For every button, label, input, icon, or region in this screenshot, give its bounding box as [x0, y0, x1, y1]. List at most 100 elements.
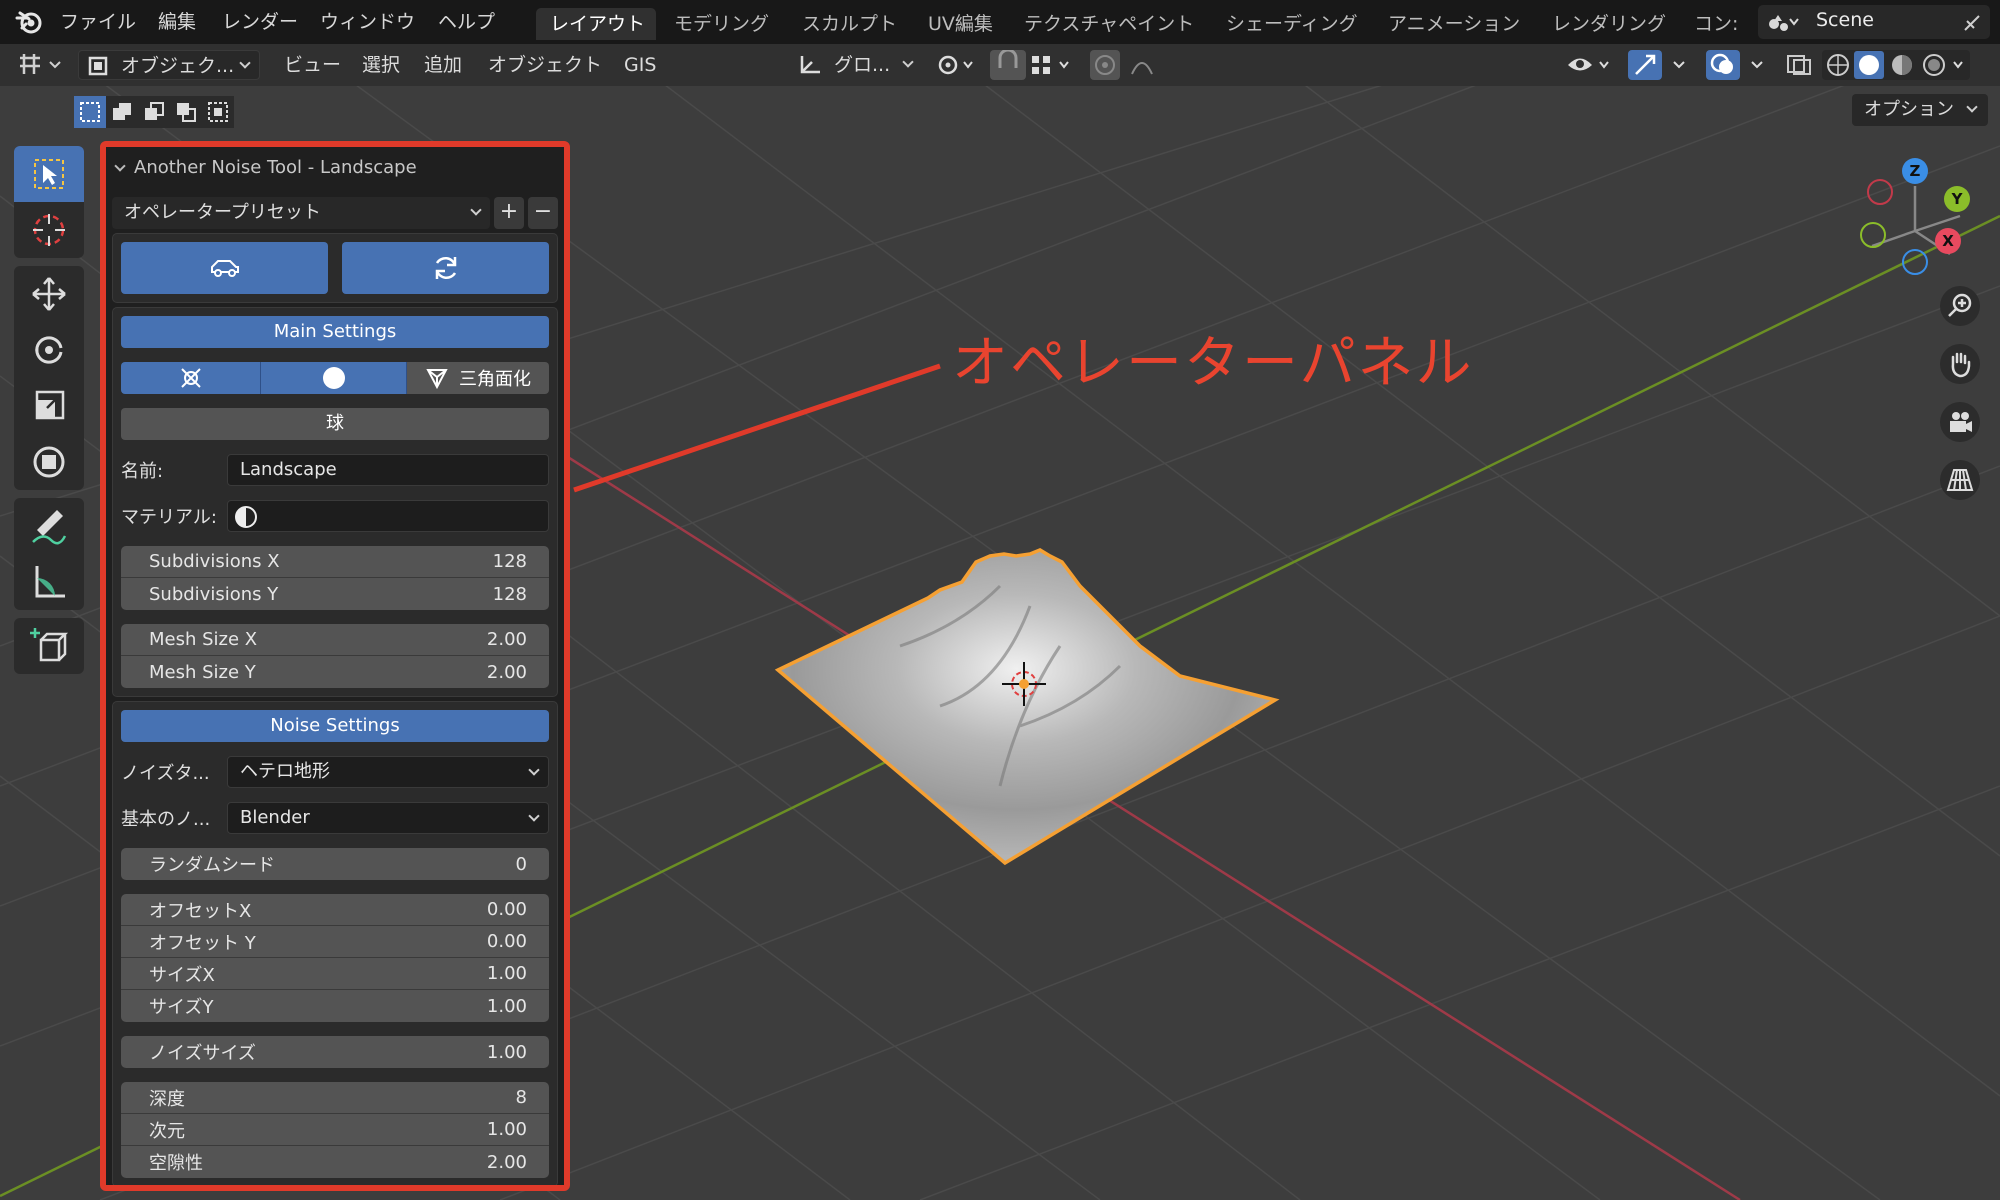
tab-uv-editing[interactable]: UV編集 [914, 8, 1020, 40]
random-seed-field[interactable]: ランダムシード 0 [121, 848, 549, 880]
pivot-point-button[interactable] [934, 50, 978, 80]
tool-annotate[interactable] [14, 498, 84, 554]
overlay-toggle[interactable] [1706, 50, 1740, 80]
pan-button[interactable] [1940, 344, 1980, 384]
select-intersect-button[interactable] [202, 96, 234, 128]
noise-basis-dropdown[interactable]: Blender [227, 802, 549, 834]
operator-preset-dropdown[interactable]: オペレータープリセット [112, 197, 490, 229]
proportional-edit-toggle[interactable] [1090, 50, 1120, 80]
main-settings-header[interactable]: Main Settings [121, 316, 549, 348]
subdivisions-y-field[interactable]: Subdivisions Y 128 [121, 578, 549, 610]
gizmo-neg-x-ball[interactable] [1867, 179, 1893, 205]
tool-measure[interactable] [14, 554, 84, 610]
material-field[interactable] [227, 500, 549, 532]
gizmo-toggle[interactable] [1628, 50, 1662, 80]
subdivisions-x-field[interactable]: Subdivisions X 128 [121, 546, 549, 578]
mode-dropdown[interactable]: オブジェク... [78, 50, 260, 80]
lacunarity-field[interactable]: 空隙性 2.00 [121, 1146, 549, 1178]
shade-smooth-toggle[interactable] [121, 362, 261, 394]
zoom-button[interactable] [1940, 286, 1980, 326]
select-extend-button[interactable] [106, 96, 138, 128]
options-dropdown[interactable]: オプション [1852, 94, 1988, 126]
tab-sculpt[interactable]: スカルプト [788, 8, 914, 40]
offset-y-field[interactable]: オフセット Y 0.00 [121, 926, 549, 958]
select-box-new-button[interactable] [74, 96, 106, 128]
camera-view-button[interactable] [1940, 402, 1980, 442]
menu-view[interactable]: ビュー [284, 50, 341, 80]
snap-target-dropdown[interactable] [1028, 50, 1080, 80]
refresh-button[interactable] [342, 242, 549, 294]
perspective-toggle-button[interactable] [1940, 460, 1980, 500]
noise-settings-header[interactable]: Noise Settings [121, 710, 549, 742]
tool-select-box[interactable] [14, 146, 84, 202]
sphere-toggle[interactable]: 球 [121, 408, 549, 440]
sphere-shading-toggle[interactable] [261, 362, 407, 394]
blender-logo-icon[interactable] [14, 8, 44, 36]
object-mode-icon [88, 56, 108, 76]
gizmo-z-ball[interactable]: Z [1902, 158, 1928, 184]
tab-texture-paint[interactable]: テクスチャペイント [1010, 8, 1222, 40]
gizmo-neg-y-ball[interactable] [1860, 222, 1886, 248]
dimension-field[interactable]: 次元 1.00 [121, 1114, 549, 1146]
triangulate-toggle[interactable]: 三角面化 [407, 362, 549, 394]
tool-move[interactable] [14, 266, 84, 322]
menu-help[interactable]: ヘルプ [438, 8, 495, 36]
menu-file[interactable]: ファイル [60, 8, 136, 36]
menu-object[interactable]: オブジェクト [488, 50, 602, 80]
scene-selector[interactable]: Scene [1758, 5, 1990, 39]
depth-field[interactable]: 深度 8 [121, 1082, 549, 1114]
field-value: 2.00 [486, 629, 527, 650]
rotate-icon [35, 336, 63, 364]
subdivisions-group: Subdivisions X 128 Subdivisions Y 128 [121, 546, 549, 610]
tab-animation[interactable]: アニメーション [1374, 8, 1536, 40]
tab-modeling[interactable]: モデリング [660, 8, 788, 40]
noise-type-dropdown[interactable]: ヘテロ地形 [227, 756, 549, 788]
add-cube-icon [30, 628, 69, 662]
top-menu-bar: ファイル 編集 レンダー ウィンドウ ヘルプ レイアウト モデリング スカルプト… [0, 0, 2000, 44]
operator-panel-header[interactable]: Another Noise Tool - Landscape [112, 153, 558, 183]
tool-add-cube[interactable] [14, 618, 84, 674]
field-label: ノイズサイズ [149, 1043, 256, 1064]
menu-gis[interactable]: GIS [624, 50, 656, 80]
mesh-size-x-field[interactable]: Mesh Size X 2.00 [121, 624, 549, 656]
tab-rendering[interactable]: レンダリング [1538, 8, 1686, 40]
select-subtract-button[interactable] [138, 96, 170, 128]
preset-add-button[interactable]: + [494, 197, 524, 229]
3d-viewport[interactable]: オプション オペレーターパネル Z Y X Another Noise Tool… [0, 86, 2000, 1200]
offset-x-field[interactable]: オフセットX 0.00 [121, 894, 549, 926]
xray-toggle[interactable] [1782, 50, 1816, 80]
editor-type-button[interactable] [14, 50, 66, 80]
tool-rotate[interactable] [14, 322, 84, 378]
shading-modes-icon[interactable] [1822, 50, 1970, 80]
tool-cursor[interactable] [14, 202, 84, 258]
menu-render[interactable]: レンダー [222, 8, 298, 36]
gizmo-neg-z-ball[interactable] [1902, 249, 1928, 275]
proportional-falloff-dropdown[interactable] [1126, 50, 1176, 80]
select-invert-button[interactable] [170, 96, 202, 128]
tab-layout[interactable]: レイアウト [536, 8, 656, 40]
auto-update-button[interactable] [121, 242, 328, 294]
menu-select[interactable]: 選択 [362, 50, 400, 80]
snap-toggle[interactable] [990, 48, 1026, 80]
menu-edit[interactable]: 編集 [158, 8, 196, 36]
tool-transform[interactable] [14, 434, 84, 490]
menu-add[interactable]: 追加 [424, 50, 462, 80]
name-field[interactable]: Landscape [227, 454, 549, 486]
tab-compositing[interactable]: コン: [1680, 8, 1744, 40]
mesh-size-y-field[interactable]: Mesh Size Y 2.00 [121, 656, 549, 688]
scene-unlink-icon[interactable] [1962, 13, 1982, 33]
gizmo-y-ball[interactable]: Y [1944, 186, 1970, 212]
gizmo-dropdown[interactable] [1664, 50, 1694, 80]
menu-window[interactable]: ウィンドウ [320, 8, 415, 36]
preset-remove-button[interactable]: − [528, 197, 558, 229]
scene-icon [1769, 15, 1799, 31]
gizmo-x-ball[interactable]: X [1935, 228, 1961, 254]
visibility-dropdown[interactable] [1566, 50, 1618, 80]
tool-scale[interactable] [14, 378, 84, 434]
size-x-field[interactable]: サイズX 1.00 [121, 958, 549, 990]
transform-orientation-dropdown[interactable]: グロ... [790, 50, 920, 80]
overlay-dropdown[interactable] [1742, 50, 1772, 80]
noise-size-field[interactable]: ノイズサイズ 1.00 [121, 1036, 549, 1068]
tab-shading[interactable]: シェーディング [1212, 8, 1372, 40]
size-y-field[interactable]: サイズY 1.00 [121, 990, 549, 1022]
